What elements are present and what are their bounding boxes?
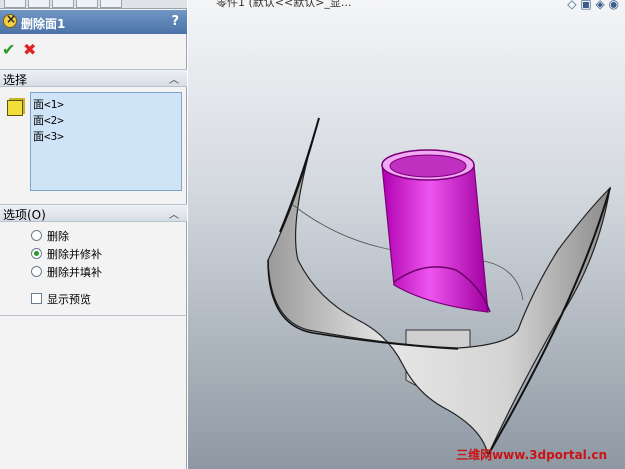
graphics-viewport[interactable]: 零件1 (默认<<默认>_显... ◇ ▣ ◈ ◉ 三维网www.3dporta… [188, 0, 625, 469]
property-manager-tab[interactable] [28, 0, 50, 8]
delete-face-icon [3, 12, 17, 28]
display-manager-tab[interactable] [100, 0, 122, 8]
panel-tab-strip [0, 0, 187, 9]
watermark: 三维网www.3dportal.cn [456, 448, 607, 462]
show-preview-label[interactable]: 显示预览 [47, 291, 91, 307]
options-header-label: 选项(O) [3, 208, 46, 222]
property-manager-panel: 删除面1 ? ✔ ✖ 选择 ︿ 面<1> 面<2> 面<3> 选项(O) ︿ 删… [0, 0, 187, 469]
delete-radio[interactable] [31, 230, 42, 241]
dimxpert-tab[interactable] [76, 0, 98, 8]
selection-header-label: 选择 [3, 73, 28, 87]
panel-title-bar: 删除面1 ? [0, 10, 187, 34]
help-button[interactable]: ? [171, 14, 179, 29]
feature-manager-tab[interactable] [4, 0, 26, 8]
collapse-icon[interactable]: ︿ [169, 71, 179, 86]
face-selection-icon [7, 100, 23, 116]
list-item[interactable]: 面<3> [33, 128, 64, 144]
configuration-manager-tab[interactable] [52, 0, 74, 8]
model-graphics [267, 117, 611, 457]
list-item[interactable]: 面<1> [33, 96, 64, 112]
panel-title: 删除面1 [21, 17, 66, 31]
ok-button[interactable]: ✔ [2, 40, 15, 59]
selected-cylinder [381, 164, 489, 313]
delete-and-fill-radio[interactable] [31, 266, 42, 277]
delete-radio-label[interactable]: 删除 [47, 228, 69, 244]
surface-top-edge [279, 117, 320, 233]
list-item[interactable]: 面<2> [33, 112, 64, 128]
delete-and-patch-radio-label[interactable]: 删除并修补 [47, 246, 102, 262]
collapse-icon[interactable]: ︿ [169, 206, 179, 221]
faces-selection-list[interactable]: 面<1> 面<2> 面<3> [30, 92, 182, 191]
cancel-button[interactable]: ✖ [23, 40, 36, 59]
delete-and-fill-radio-label[interactable]: 删除并填补 [47, 264, 102, 280]
options-section-header[interactable]: 选项(O) ︿ [0, 204, 187, 222]
selection-section-header[interactable]: 选择 ︿ [0, 69, 187, 87]
show-preview-checkbox[interactable] [31, 293, 42, 304]
delete-and-patch-radio[interactable] [31, 248, 42, 259]
